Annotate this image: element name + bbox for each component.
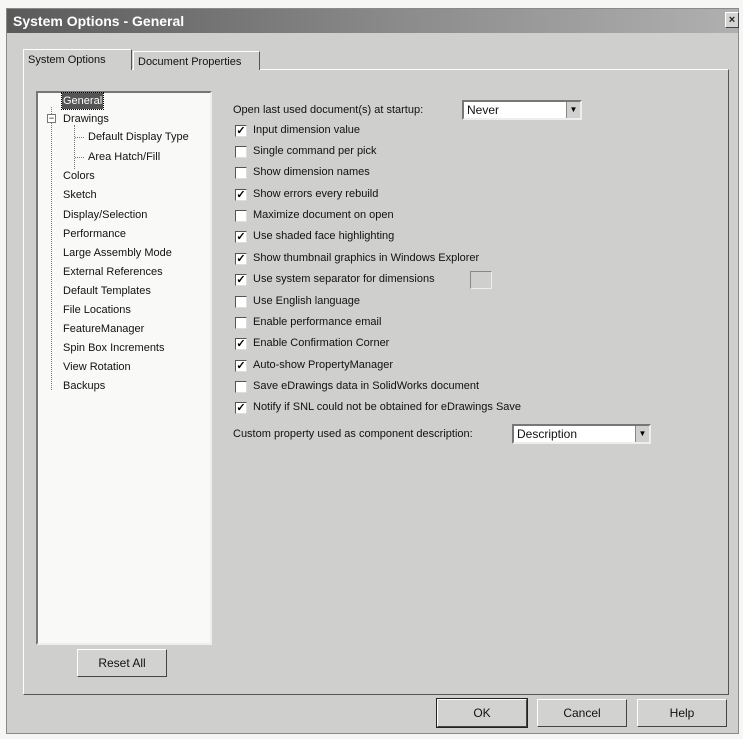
separator-input[interactable] [470,271,492,289]
checkbox-label: Show thumbnail graphics in Windows Explo… [253,252,480,264]
checkbox-input-dimension-value[interactable]: ✓ [235,125,247,137]
tree-item-general[interactable]: General [60,92,105,110]
tree-item-default-display-type[interactable]: Default Display Type [88,129,189,145]
checkbox-notify-snl[interactable]: ✓ [235,402,247,414]
tree-item-spin-box-increments[interactable]: Spin Box Increments [63,340,165,356]
tree-item-performance[interactable]: Performance [63,226,126,242]
tree-item-colors[interactable]: Colors [63,168,95,184]
checkbox-label: Use shaded face highlighting [253,230,395,242]
tree-item-display-selection[interactable]: Display/Selection [63,207,147,223]
reset-all-button[interactable]: Reset All [77,649,167,677]
checkbox-use-shaded-face-highlighting[interactable]: ✓ [235,231,247,243]
ok-button[interactable]: OK [436,698,528,728]
open-last-dropdown[interactable]: Never ▼ [462,100,582,120]
help-button[interactable]: Help [637,699,727,727]
window-title: System Options - General [13,13,185,29]
checkbox-auto-show-propertymanager[interactable]: ✓ [235,360,247,372]
cancel-button[interactable]: Cancel [537,699,627,727]
tree-line [51,107,52,390]
tree-connector [75,137,84,138]
tree-item-large-assembly-mode[interactable]: Large Assembly Mode [63,245,172,261]
checkbox-label: Maximize document on open [253,209,394,221]
title-bar: System Options - General × [7,9,739,33]
collapse-drawings-icon[interactable]: − [47,114,56,123]
checkbox-maximize-document-on-open[interactable] [235,210,247,222]
checkbox-label: Notify if SNL could not be obtained for … [253,401,522,413]
checkbox-label: Auto-show PropertyManager [253,359,394,371]
tree-item-drawings[interactable]: Drawings [63,111,109,127]
tree-item-file-locations[interactable]: File Locations [63,302,131,318]
checkbox-enable-confirmation-corner[interactable]: ✓ [235,338,247,350]
tree-connector [75,157,84,158]
open-last-label: Open last used document(s) at startup: [233,104,424,116]
system-options-dialog: System Options - General × System Option… [6,8,739,734]
checkbox-label: Show errors every rebuild [253,188,379,200]
close-button[interactable]: × [725,12,739,28]
custom-property-value: Description [517,427,578,441]
checkbox-label: Enable performance email [253,316,382,328]
options-tree: − General Drawings Default Display Type … [36,91,212,645]
tree-line-child [74,125,75,169]
checkbox-show-thumbnail-graphics[interactable]: ✓ [235,253,247,265]
tree-item-area-hatch-fill[interactable]: Area Hatch/Fill [88,149,160,165]
checkbox-label: Show dimension names [253,166,370,178]
checkbox-show-errors-every-rebuild[interactable]: ✓ [235,189,247,201]
tab-document-properties[interactable]: Document Properties [133,51,260,70]
checkbox-save-edrawings-data[interactable] [235,381,247,393]
tab-system-options[interactable]: System Options [23,49,132,70]
checkbox-label: Single command per pick [253,145,377,157]
tree-item-sketch[interactable]: Sketch [63,187,97,203]
tree-item-featuremanager[interactable]: FeatureManager [63,321,144,337]
chevron-down-icon: ▼ [635,426,649,442]
open-last-value: Never [467,103,500,117]
checkbox-enable-performance-email[interactable] [235,317,247,329]
checkbox-label: Use English language [253,295,361,307]
tree-item-view-rotation[interactable]: View Rotation [63,359,131,375]
chevron-down-icon: ▼ [566,102,580,118]
tree-item-backups[interactable]: Backups [63,378,105,394]
checkbox-use-system-separator[interactable]: ✓ [235,274,247,286]
custom-property-dropdown[interactable]: Description ▼ [512,424,651,444]
checkbox-show-dimension-names[interactable] [235,167,247,179]
tree-item-external-references[interactable]: External References [63,264,163,280]
tree-item-default-templates[interactable]: Default Templates [63,283,151,299]
checkbox-label: Input dimension value [253,124,361,136]
checkbox-label: Use system separator for dimensions [253,273,435,285]
checkbox-use-english-language[interactable] [235,296,247,308]
checkbox-single-command-per-pick[interactable] [235,146,247,158]
custom-property-label: Custom property used as component descri… [233,428,473,440]
checkbox-label: Save eDrawings data in SolidWorks docume… [253,380,480,392]
checkbox-label: Enable Confirmation Corner [253,337,390,349]
